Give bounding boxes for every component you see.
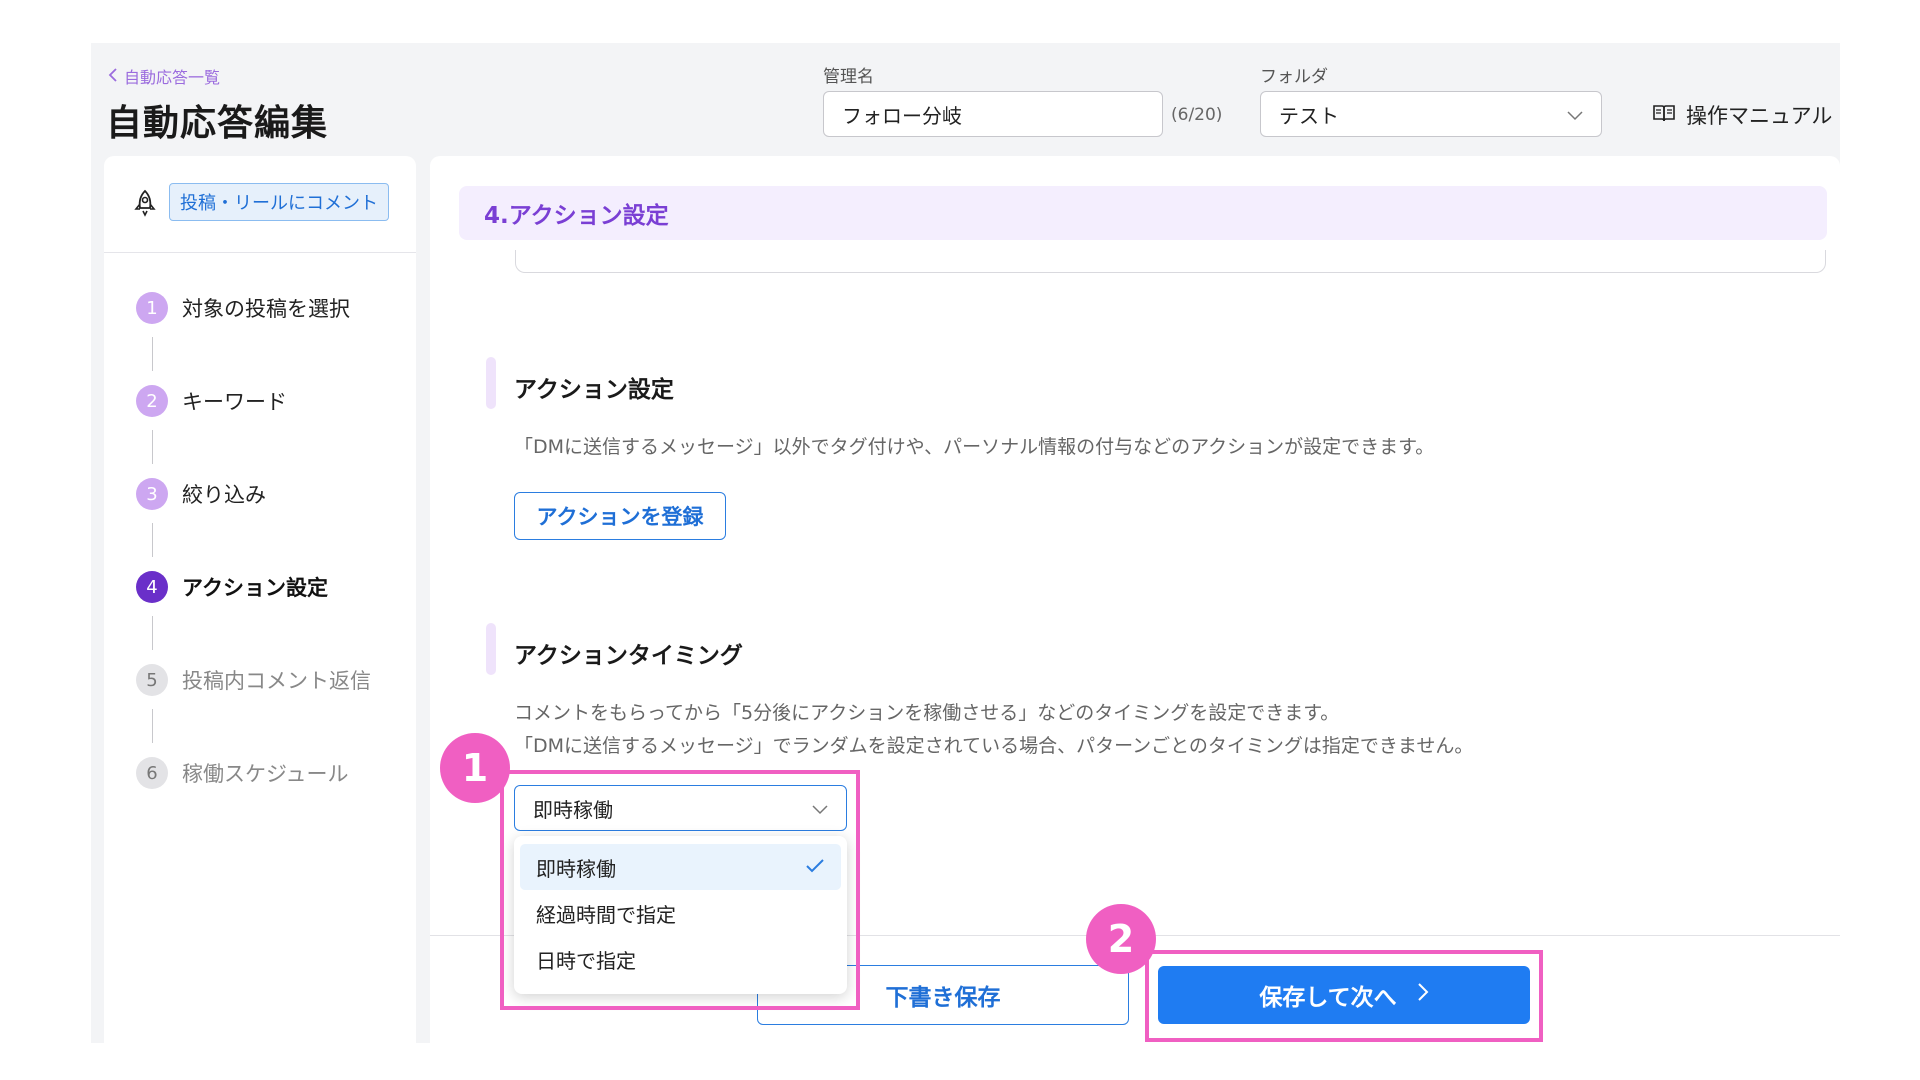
step-6[interactable]: 6 稼働スケジュール (136, 757, 349, 789)
management-name-input[interactable]: フォロー分岐 (823, 91, 1163, 137)
folder-select[interactable]: テスト (1260, 91, 1602, 137)
step-number: 4 (136, 571, 168, 603)
page-title: 自動応答編集 (106, 103, 329, 144)
step-connector (152, 337, 153, 371)
step-2[interactable]: 2 キーワード (136, 385, 287, 417)
step-label: 絞り込み (182, 483, 266, 507)
char-count: (6/20) (1171, 105, 1223, 125)
step-1[interactable]: 1 対象の投稿を選択 (136, 292, 350, 324)
manual-link-label: 操作マニュアル (1686, 104, 1833, 128)
callout-badge-1: 1 (440, 733, 510, 803)
action-timing-description-2: 「DMに送信するメッセージ」でランダムを設定されている場合、パターンごとのタイミ… (514, 735, 1474, 757)
chevron-left-icon (108, 67, 118, 86)
step-connector (152, 709, 153, 743)
book-icon (1652, 103, 1676, 128)
action-settings-description: 「DMに送信するメッセージ」以外でタグ付けや、パーソナル情報の付与などのアクショ… (514, 436, 1435, 458)
step-number: 2 (136, 385, 168, 417)
action-timing-title: アクションタイミング (514, 643, 743, 669)
step-number: 6 (136, 757, 168, 789)
rocket-icon (132, 189, 158, 221)
management-name-value: フォロー分岐 (842, 103, 962, 128)
trigger-type-badge: 投稿・リールにコメント (169, 183, 389, 221)
back-link[interactable]: 自動応答一覧 (108, 64, 220, 88)
step-label: 稼働スケジュール (182, 762, 349, 786)
step-3[interactable]: 3 絞り込み (136, 478, 266, 510)
step-label: アクション設定 (182, 576, 328, 600)
section-title: 4.アクション設定 (484, 203, 669, 229)
step-connector (152, 523, 153, 557)
step-label: キーワード (182, 390, 287, 414)
subsection-accent-bar (486, 623, 496, 675)
callout-highlight-2 (1145, 950, 1543, 1042)
register-action-button[interactable]: アクションを登録 (514, 492, 726, 540)
folder-value: テスト (1279, 103, 1339, 128)
management-name-label: 管理名 (823, 67, 874, 87)
callout-badge-2: 2 (1086, 904, 1156, 974)
step-label: 対象の投稿を選択 (182, 297, 350, 321)
section-header: 4.アクション設定 (459, 186, 1827, 240)
callout-highlight-1 (500, 770, 860, 1010)
step-number: 5 (136, 664, 168, 696)
back-link-label: 自動応答一覧 (124, 68, 221, 87)
subsection-accent-bar (486, 357, 496, 409)
manual-link[interactable]: 操作マニュアル (1652, 100, 1832, 130)
step-number: 1 (136, 292, 168, 324)
sidebar-divider (104, 252, 416, 253)
folder-label: フォルダ (1260, 67, 1328, 87)
step-4[interactable]: 4 アクション設定 (136, 571, 328, 603)
previous-card-edge (515, 250, 1826, 273)
save-draft-label: 下書き保存 (885, 985, 1001, 1011)
chevron-down-icon (1567, 102, 1583, 126)
action-settings-title: アクション設定 (514, 377, 674, 403)
step-5[interactable]: 5 投稿内コメント返信 (136, 664, 371, 696)
step-connector (152, 616, 153, 650)
step-number: 3 (136, 478, 168, 510)
step-label: 投稿内コメント返信 (182, 669, 371, 693)
action-timing-description-1: コメントをもらってから「5分後にアクションを稼働させる」などのタイミングを設定で… (514, 702, 1340, 724)
step-connector (152, 430, 153, 464)
